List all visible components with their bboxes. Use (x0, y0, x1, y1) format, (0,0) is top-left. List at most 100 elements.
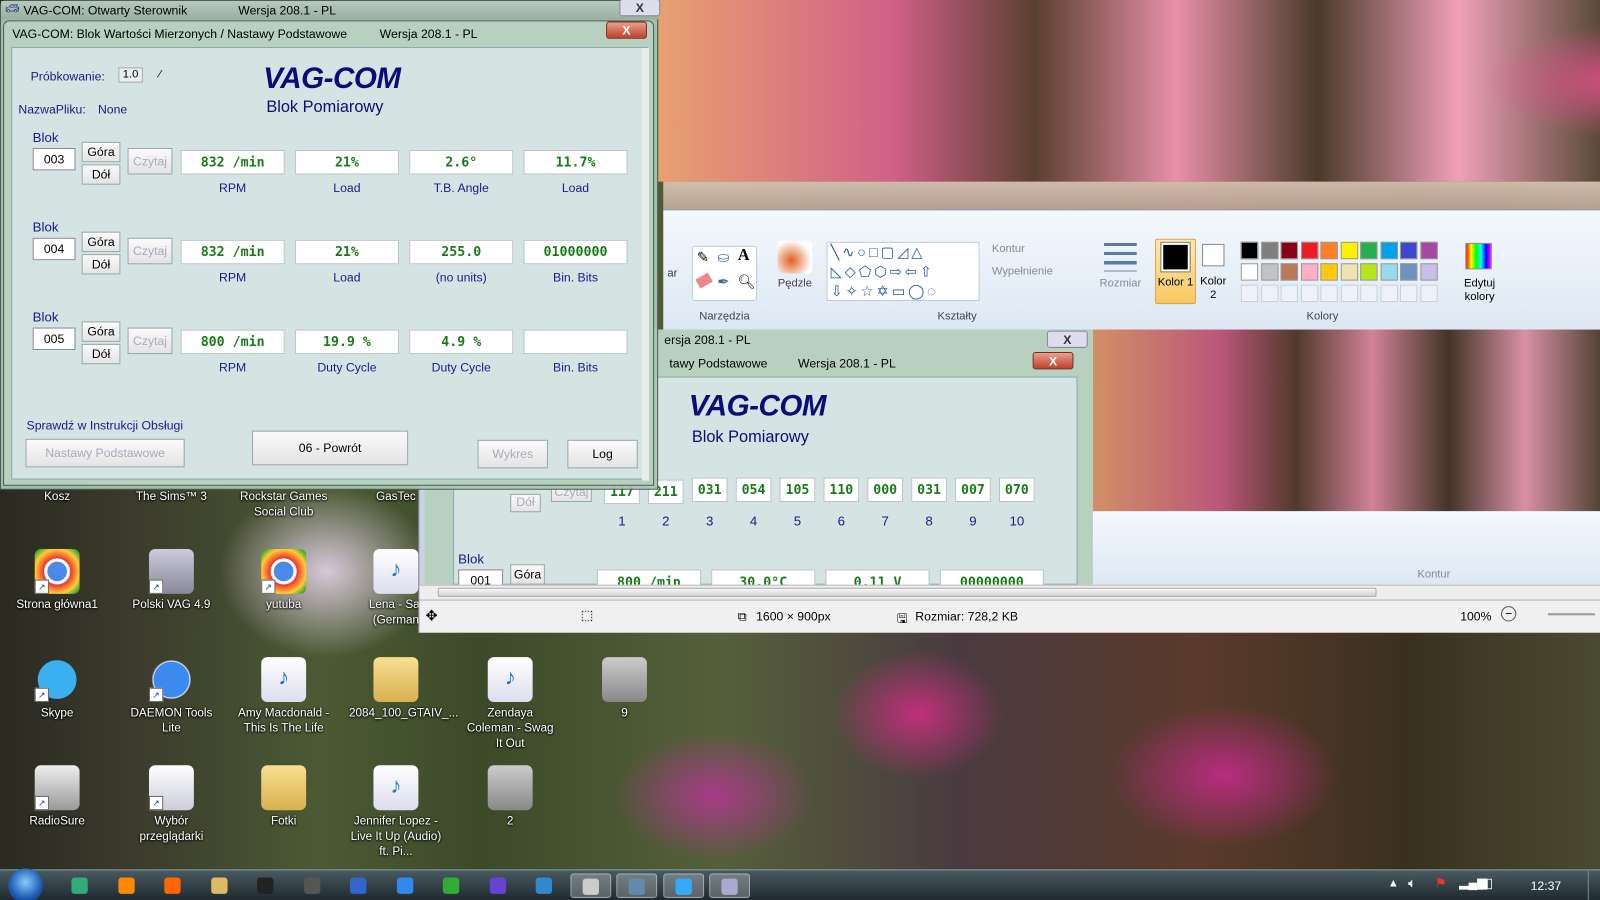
text-tool-icon[interactable]: A (738, 247, 750, 265)
custom-color-slot[interactable] (1300, 284, 1318, 303)
eraser-icon[interactable] (695, 272, 713, 289)
desktop-icon-chrome-shortcut[interactable]: ↗ yutuba (237, 548, 331, 613)
custom-color-slot[interactable] (1240, 284, 1259, 303)
clock[interactable]: 12:37 (1531, 879, 1562, 893)
block-up-button[interactable]: Góra (81, 321, 121, 342)
taskbar-gta-button[interactable] (291, 873, 332, 897)
edit-colors-icon[interactable] (1465, 242, 1492, 270)
desktop-icon-mp3-file[interactable]: ♪ Jennifer Lopez - Live It Up (Audio) ft.… (349, 765, 443, 860)
palette-swatch[interactable] (1419, 263, 1438, 281)
tools-group[interactable]: ✎ ⛀ A ✒ 🔍︎ (691, 245, 758, 302)
custom-color-slot[interactable] (1419, 284, 1438, 303)
taskbar-media-player-button[interactable] (106, 873, 147, 897)
network-icon[interactable]: ▂▄▆ (1459, 876, 1487, 890)
desktop-icon-mp3-file[interactable]: ♪ Zendaya Coleman - Swag It Out (463, 657, 557, 752)
brush-icon[interactable] (777, 240, 813, 274)
block-read-button[interactable]: Czytaj (127, 147, 173, 175)
desktop-icon-recycle-bin[interactable]: Kosz (10, 490, 104, 505)
custom-color-slot[interactable] (1280, 284, 1298, 303)
taskbar-z-button[interactable] (477, 873, 518, 897)
zoom-out-icon[interactable]: − (1501, 606, 1517, 622)
volume-icon[interactable]: 🔈︎ (1408, 876, 1416, 892)
palette-swatch[interactable] (1399, 241, 1418, 260)
palette-swatch[interactable] (1380, 263, 1398, 281)
color1-button[interactable]: Kolor 1 (1155, 238, 1196, 305)
block-down-button[interactable]: Dół (81, 164, 121, 185)
log-button[interactable]: Log (567, 439, 638, 469)
desktop-icon-rockstar-social-club[interactable]: Rockstar Games Social Club (237, 490, 331, 521)
taskbar-explorer-button[interactable] (198, 873, 239, 897)
block-up-button[interactable]: Góra (81, 141, 121, 163)
brushes-button[interactable]: Pędzle (769, 278, 820, 290)
custom-color-slot[interactable] (1360, 284, 1378, 303)
color2-swatch[interactable] (1202, 243, 1225, 267)
palette-swatch[interactable] (1300, 263, 1318, 281)
palette-swatch[interactable] (1399, 263, 1418, 281)
custom-color-slot[interactable] (1340, 284, 1358, 303)
block-number-input[interactable]: 004 (32, 237, 76, 261)
desktop-icon-image-file[interactable]: 2 (463, 765, 557, 829)
custom-color-slot[interactable] (1380, 284, 1398, 303)
palette-swatch[interactable] (1360, 241, 1378, 260)
custom-color-slot[interactable] (1260, 284, 1279, 303)
block-read-button[interactable]: Czytaj (127, 327, 173, 355)
back-close-button[interactable]: X (619, 0, 661, 17)
back-button[interactable]: 06 - Powrót (252, 430, 409, 466)
palette-swatch[interactable] (1340, 241, 1358, 260)
desktop-icon-sims3[interactable]: The Sims™ 3 (124, 490, 218, 505)
block-up-button[interactable]: Góra (81, 231, 121, 253)
horizontal-scrollbar[interactable] (419, 584, 1600, 599)
zoom-slider[interactable] (1547, 613, 1595, 616)
desktop-icon-polski-vag[interactable]: ↗ Polski VAG 4.9 (124, 548, 218, 613)
desktop-icon-radiosure[interactable]: ↗ RadioSure (10, 765, 104, 829)
palette-swatch[interactable] (1380, 241, 1398, 260)
taskbar-sims-button[interactable] (59, 873, 100, 897)
taskbar-paint-button[interactable] (709, 873, 750, 898)
palette-swatch[interactable] (1340, 263, 1358, 281)
desktop-icon-browser-choice[interactable]: ↗ Wybór przeglądarki (124, 765, 218, 845)
palette-swatch[interactable] (1320, 263, 1338, 281)
fill-bucket-icon[interactable]: ⛀ (717, 249, 729, 266)
block-read-button[interactable]: Czytaj (127, 237, 173, 265)
basic-settings-button[interactable]: Nastawy Podstawowe (25, 438, 185, 468)
block-down-button[interactable]: Dół (81, 254, 121, 275)
desktop-icon-image-file[interactable]: 9 (578, 657, 672, 721)
desktop-icon-folder[interactable]: 2084_100_GTAIV_... (349, 657, 458, 721)
palette-swatch[interactable] (1280, 241, 1298, 260)
tray-arrow-icon[interactable]: ▲ (1388, 878, 1399, 890)
scrollbar-thumb[interactable] (437, 587, 1377, 597)
desktop-icon-skype[interactable]: ↗ Skype (10, 657, 104, 721)
palette-swatch[interactable] (1260, 263, 1279, 281)
action-center-icon[interactable]: ⚑ (1435, 876, 1447, 892)
taskbar-rockstar-button[interactable] (245, 873, 286, 897)
outline-button[interactable]: Kontur (992, 243, 1025, 255)
taskbar-skype-button[interactable] (662, 873, 704, 898)
taskbar-nvidia-button[interactable] (431, 873, 472, 897)
palette-swatch[interactable] (1240, 263, 1259, 281)
graph-button[interactable]: Wykres (477, 439, 548, 469)
desktop-icon-daemon-tools[interactable]: ↗ DAEMON Tools Lite (124, 657, 218, 737)
custom-color-slot[interactable] (1399, 284, 1418, 303)
start-button[interactable] (8, 868, 43, 900)
palette-swatch[interactable] (1419, 241, 1438, 260)
desktop-icon-folder[interactable]: Fotki (237, 765, 331, 829)
pencil-icon[interactable]: ✎ (697, 249, 709, 266)
palette-swatch[interactable] (1280, 263, 1298, 281)
custom-color-slot[interactable] (1320, 284, 1338, 303)
edit-colors-button[interactable]: Edytuj kolory (1457, 278, 1502, 305)
desktop-icon-mp3-file[interactable]: ♪ Amy Macdonald - This Is The Life (237, 657, 331, 737)
palette-swatch[interactable] (1240, 241, 1259, 260)
palette-swatch[interactable] (1360, 263, 1378, 281)
battery-icon[interactable]: ▯ (1486, 876, 1493, 892)
shapes-gallery[interactable]: ╲∿○□▢◿△ ◺◇⬠⬡⇨⇦⇧ ⇩✧☆✡▭◯◌ (826, 241, 980, 302)
size-icon[interactable] (1104, 242, 1137, 272)
desktop-icon-chrome-shortcut[interactable]: ↗ Strona główna1 (10, 548, 104, 613)
palette-swatch[interactable] (1300, 241, 1318, 260)
taskbar-chrome-button[interactable] (569, 873, 611, 898)
block-down-button[interactable]: Dół (81, 343, 121, 365)
taskbar-daemon-button[interactable] (384, 873, 425, 897)
sampling-value[interactable]: 1.0 (118, 67, 143, 83)
block-number-input[interactable]: 005 (32, 327, 76, 350)
color-picker-icon[interactable]: ✒ (717, 273, 729, 290)
taskbar-vag-active-button[interactable] (616, 873, 658, 898)
